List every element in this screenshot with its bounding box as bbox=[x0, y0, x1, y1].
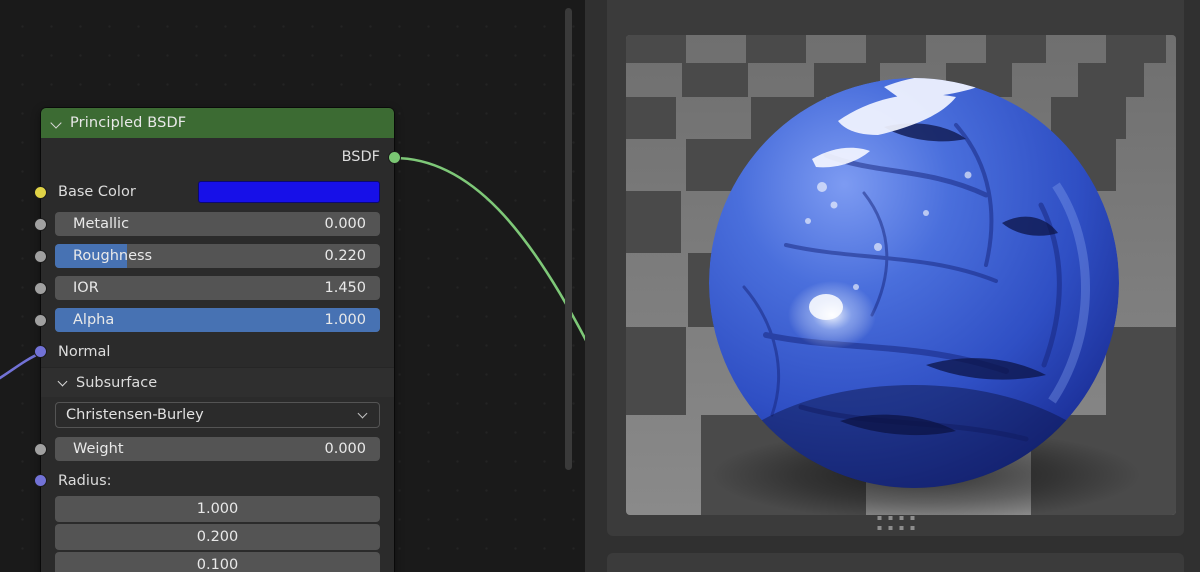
chevron-down-icon[interactable] bbox=[58, 377, 69, 388]
base-color-input-socket[interactable] bbox=[34, 185, 47, 199]
input-row-normal: Normal bbox=[34, 336, 394, 367]
ior-input-socket[interactable] bbox=[34, 281, 47, 295]
bsdf-to-output-link bbox=[392, 156, 585, 342]
alpha-input-socket[interactable] bbox=[34, 313, 47, 327]
subsurface-method-row: Christensen-Burley bbox=[41, 397, 394, 433]
subsurface-panel-title: Subsurface bbox=[76, 374, 158, 391]
preview-render-image bbox=[626, 35, 1176, 515]
node-title: Principled BSDF bbox=[70, 115, 187, 131]
subsurface-weight-slider[interactable]: Weight 0.000 bbox=[55, 437, 380, 461]
chevron-down-icon[interactable] bbox=[359, 410, 369, 420]
grip-dot bbox=[910, 526, 914, 530]
normal-input-socket[interactable] bbox=[34, 345, 47, 358]
roughness-input-socket[interactable] bbox=[34, 249, 47, 263]
subsurface-radius-z-value: 0.100 bbox=[196, 557, 239, 572]
roughness-value: 0.220 bbox=[324, 248, 366, 264]
node-editor-canvas[interactable]: Principled BSDF BSDF Base Color Metallic… bbox=[0, 0, 585, 572]
input-label-base-color: Base Color bbox=[58, 184, 136, 200]
blender-shader-editor-window: Principled BSDF BSDF Base Color Metallic… bbox=[0, 0, 1200, 572]
input-row-alpha: Alpha 1.000 bbox=[34, 304, 394, 336]
input-row-ior: IOR 1.450 bbox=[34, 272, 394, 304]
subsurface-radius-y-field[interactable]: 0.200 bbox=[55, 524, 380, 550]
ior-slider[interactable]: IOR 1.450 bbox=[55, 276, 380, 300]
input-row-subsurface-weight: Weight 0.000 bbox=[34, 433, 394, 465]
alpha-value: 1.000 bbox=[324, 312, 366, 328]
subsurface-method-value: Christensen-Burley bbox=[66, 407, 204, 423]
node-header[interactable]: Principled BSDF bbox=[41, 108, 394, 138]
alpha-label: Alpha bbox=[73, 312, 115, 328]
grip-dot bbox=[877, 516, 881, 520]
subsurface-radius-x-field[interactable]: 1.000 bbox=[55, 496, 380, 522]
input-row-base-color: Base Color bbox=[34, 176, 394, 208]
node-editor-vertical-scrollbar[interactable] bbox=[565, 8, 572, 470]
grip-dot bbox=[877, 526, 881, 530]
subsurface-weight-input-socket[interactable] bbox=[34, 442, 47, 456]
properties-panel: Preview bbox=[585, 0, 1200, 572]
input-row-subsurface-radius: Radius: bbox=[34, 465, 394, 496]
metallic-slider[interactable]: Metallic 0.000 bbox=[55, 212, 380, 236]
node-output-row-bsdf: BSDF bbox=[41, 138, 401, 176]
grip-dot bbox=[888, 526, 892, 530]
preview-resize-grip[interactable] bbox=[877, 516, 914, 530]
material-preview-render[interactable] bbox=[626, 35, 1176, 515]
subsurface-radius-y-value: 0.200 bbox=[196, 529, 239, 545]
subsurface-weight-label: Weight bbox=[73, 441, 124, 457]
subsurface-radius-input-socket[interactable] bbox=[34, 474, 47, 487]
base-color-swatch[interactable] bbox=[198, 181, 380, 203]
subsurface-method-dropdown[interactable]: Christensen-Burley bbox=[55, 402, 380, 428]
ior-value: 1.450 bbox=[324, 280, 366, 296]
input-label-normal: Normal bbox=[58, 343, 111, 360]
grip-dot bbox=[899, 526, 903, 530]
subsurface-radius-fields: 1.000 0.200 0.100 bbox=[41, 496, 394, 572]
metallic-input-socket[interactable] bbox=[34, 217, 47, 231]
next-properties-section[interactable] bbox=[607, 553, 1184, 572]
preview-panel: Preview bbox=[607, 0, 1184, 536]
output-label-bsdf: BSDF bbox=[341, 149, 380, 165]
subsurface-panel-header[interactable]: Subsurface bbox=[41, 367, 394, 397]
roughness-label: Roughness bbox=[73, 248, 153, 264]
subsurface-weight-value: 0.000 bbox=[324, 441, 366, 457]
ior-label: IOR bbox=[73, 280, 99, 296]
principled-bsdf-node[interactable]: Principled BSDF BSDF Base Color Metallic… bbox=[34, 108, 401, 572]
input-row-roughness: Roughness 0.220 bbox=[34, 240, 394, 272]
subsurface-radius-x-value: 1.000 bbox=[196, 501, 239, 517]
roughness-slider[interactable]: Roughness 0.220 bbox=[55, 244, 380, 268]
metallic-value: 0.000 bbox=[324, 216, 366, 232]
grip-dot bbox=[888, 516, 892, 520]
metallic-label: Metallic bbox=[73, 216, 130, 232]
alpha-slider[interactable]: Alpha 1.000 bbox=[55, 308, 380, 332]
input-row-metallic: Metallic 0.000 bbox=[34, 208, 394, 240]
bsdf-output-socket[interactable] bbox=[388, 150, 401, 164]
grip-dot bbox=[910, 516, 914, 520]
grip-dot bbox=[899, 516, 903, 520]
subsurface-radius-label: Radius: bbox=[58, 472, 112, 489]
subsurface-radius-z-field[interactable]: 0.100 bbox=[55, 552, 380, 572]
chevron-down-icon[interactable] bbox=[51, 118, 62, 129]
normal-input-link bbox=[0, 351, 43, 380]
node-body: BSDF Base Color Metallic 0.000 Roughness… bbox=[34, 138, 401, 572]
